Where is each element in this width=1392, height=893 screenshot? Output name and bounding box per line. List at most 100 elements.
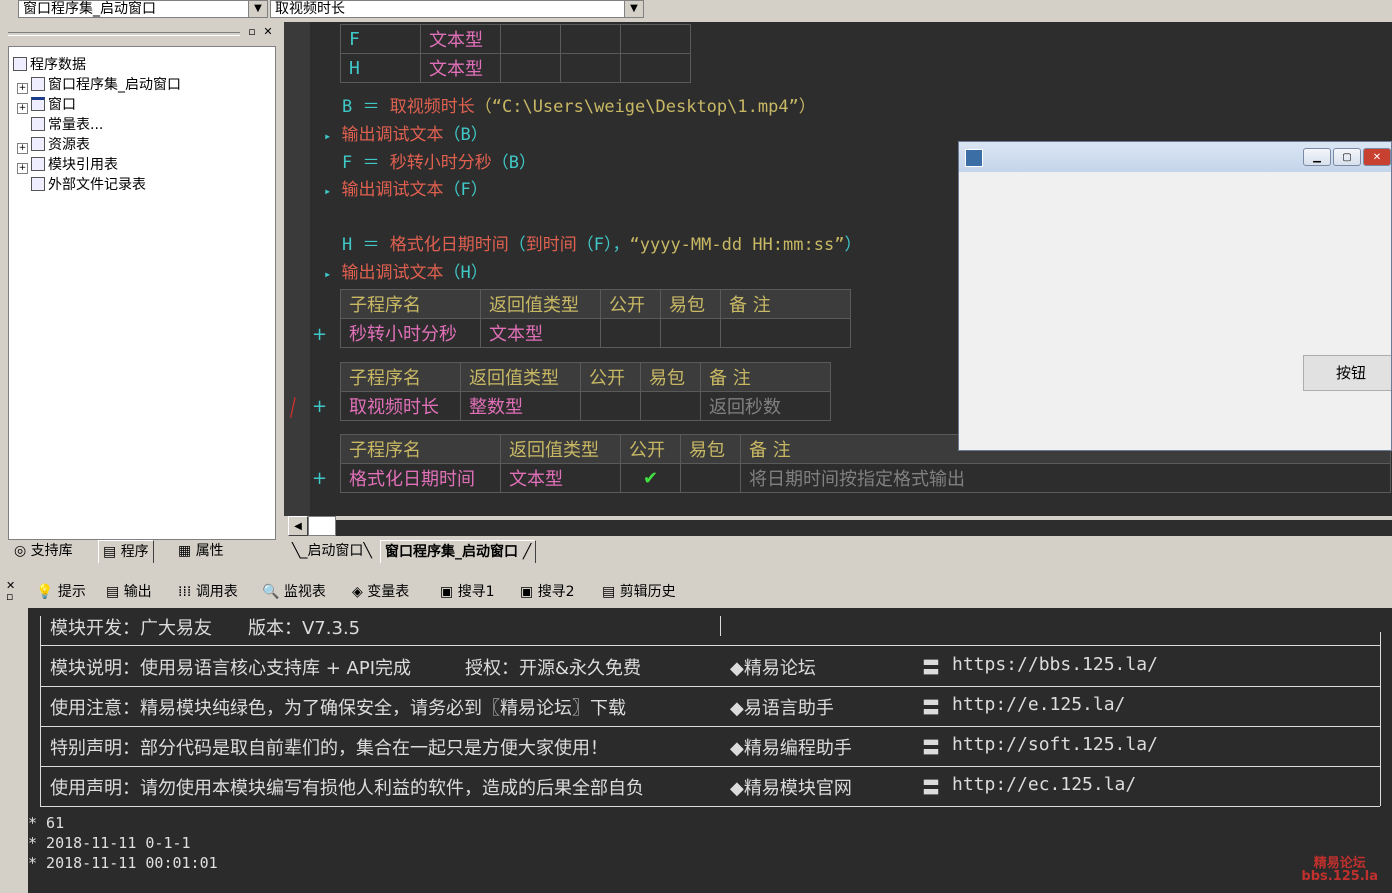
tab-search2[interactable]: ▣ 搜寻2 <box>520 580 575 604</box>
tab-variables[interactable]: ◈ 变量表 <box>352 580 409 604</box>
sub-type[interactable]: 文本型 <box>480 318 601 348</box>
sub-type[interactable]: 整数型 <box>460 391 581 421</box>
column-divider <box>720 616 721 636</box>
tab-program[interactable]: ▤ 程序 <box>98 540 154 563</box>
class-selector-dropdown[interactable]: 窗口程序集_启动窗口 ▼ <box>18 0 268 18</box>
sub-package[interactable] <box>680 463 741 493</box>
sub-note[interactable]: 将日期时间按指定格式输出 <box>740 463 1391 493</box>
tree-item-assembly[interactable]: 窗口程序集_启动窗口 <box>31 75 181 95</box>
panel-grip[interactable] <box>8 32 240 36</box>
window-titlebar[interactable]: ▁ ▢ ✕ <box>959 142 1391 172</box>
code-line-debug-b[interactable]: ▸ 输出调试文本（B） <box>324 120 488 145</box>
sub-name[interactable]: 秒转小时分秒 <box>340 318 481 348</box>
tab-clip-history[interactable]: ▤ 剪辑历史 <box>602 580 676 604</box>
output-console[interactable]: 模块开发：广大易友 版本：V7.3.5 模块说明：使用易语言核心支持库 + AP… <box>28 608 1392 893</box>
empty-cell[interactable] <box>560 24 621 54</box>
expand-icon[interactable]: + <box>17 143 28 154</box>
chevron-down-icon[interactable]: ▼ <box>624 1 643 17</box>
empty-cell[interactable] <box>500 24 561 54</box>
module-icon <box>31 157 45 171</box>
expand-icon[interactable]: + <box>17 103 28 114</box>
variables-icon: ◈ <box>352 584 363 600</box>
code-line-assign-b[interactable]: B ＝ 取视频时长（“C:\Users\weige\Desktop\1.mp4”… <box>342 92 816 117</box>
maximize-icon[interactable]: ▢ <box>1333 148 1361 166</box>
project-panel: ▫ ✕ 程序数据 + 窗口程序集_启动窗口 + 窗口 常量表... + 资源表 … <box>4 24 278 540</box>
arrow-icon: ▸ <box>324 267 332 281</box>
form-preview-window[interactable]: ▁ ▢ ✕ 按钮 <box>958 141 1392 451</box>
local-variable-table: F 文本型 H 文本型 <box>340 24 691 83</box>
assembly-icon <box>31 77 45 91</box>
var-type[interactable]: 文本型 <box>420 53 501 83</box>
form-button[interactable]: 按钮 <box>1303 355 1391 391</box>
project-tree[interactable]: 程序数据 + 窗口程序集_启动窗口 + 窗口 常量表... + 资源表 + 模块… <box>8 46 276 540</box>
expand-icon[interactable]: + <box>17 83 28 94</box>
tab-support-library[interactable]: ◎ 支持库 <box>10 540 77 562</box>
method-selector-dropdown[interactable]: 取视频时长 ▼ <box>270 0 644 18</box>
code-line-assign-h[interactable]: H ＝ 格式化日期时间（到时间（F），“yyyy-MM-dd HH:mm:ss”… <box>342 230 861 255</box>
code-line-assign-f[interactable]: F ＝ 秒转小时分秒（B） <box>342 148 536 173</box>
expand-icon[interactable]: + <box>17 163 28 174</box>
sub-note[interactable]: 返回秒数 <box>700 391 831 421</box>
panel-close-icon[interactable]: ✕ ▫ <box>6 580 15 602</box>
sub-package[interactable] <box>660 318 721 348</box>
tab-properties[interactable]: ▦ 属性 <box>174 540 228 562</box>
code-line-debug-f[interactable]: ▸ 输出调试文本（F） <box>324 175 488 200</box>
constant-icon <box>31 117 45 131</box>
var-name[interactable]: F <box>340 24 421 54</box>
tab-watch[interactable]: 🔍 监视表 <box>262 580 326 604</box>
editor-hscrollbar[interactable]: ◀ <box>284 516 1392 538</box>
table-row: 格式化日期时间 文本型 ✔ 将日期时间按指定格式输出 <box>340 463 1391 493</box>
tab-search1[interactable]: ▣ 搜寻1 <box>440 580 495 604</box>
document-tabs: ╲_启动窗口╲ 窗口程序集_启动窗口 ╱ <box>284 540 1392 564</box>
expand-sub-icon[interactable]: + <box>312 396 327 417</box>
tree-item-constants[interactable]: 常量表... <box>31 115 103 135</box>
close-icon[interactable]: ✕ <box>1363 148 1391 166</box>
sub-type[interactable]: 文本型 <box>500 463 621 493</box>
sub-public[interactable] <box>600 318 661 348</box>
scroll-left-icon[interactable]: ◀ <box>288 516 308 536</box>
sub-public[interactable] <box>580 391 641 421</box>
empty-cell[interactable] <box>560 53 621 83</box>
scroll-thumb[interactable] <box>308 516 336 536</box>
code-line-debug-h[interactable]: ▸ 输出调试文本（H） <box>324 258 488 283</box>
class-selector-value: 窗口程序集_启动窗口 <box>23 1 156 17</box>
row-separator <box>40 645 1380 646</box>
tab-start-window[interactable]: ╲_启动窗口╲ <box>288 540 376 562</box>
editor-gutter <box>284 22 310 516</box>
tab-output[interactable]: ▤ 输出 <box>106 580 152 604</box>
scroll-track[interactable] <box>336 520 1392 536</box>
sub-name[interactable]: 取视频时长 <box>340 391 461 421</box>
tree-item-resources[interactable]: 资源表 <box>31 135 90 155</box>
chevron-down-icon[interactable]: ▼ <box>248 1 267 17</box>
sub-name[interactable]: 格式化日期时间 <box>340 463 501 493</box>
expand-sub-icon[interactable]: + <box>312 468 327 489</box>
sub-public-check[interactable]: ✔ <box>620 463 681 493</box>
file-icon <box>31 177 45 191</box>
close-icon[interactable]: ✕ <box>262 26 274 38</box>
empty-cell[interactable] <box>500 53 561 83</box>
minimize-icon[interactable]: ▁ <box>1303 148 1331 166</box>
output-result-2: * 2018-11-11 0-1-1 <box>28 834 191 852</box>
empty-cell[interactable] <box>620 24 691 54</box>
tree-root[interactable]: 程序数据 <box>13 55 86 75</box>
tree-item-external-files[interactable]: 外部文件记录表 <box>31 175 146 195</box>
sub-note[interactable] <box>720 318 851 348</box>
table-header-row: 子程序名 返回值类型 公开 易包 备 注 <box>340 362 831 392</box>
restore-icon[interactable]: ▫ <box>246 26 258 38</box>
tree-item-window[interactable]: 窗口 <box>31 95 76 115</box>
output-row: 使用声明：请勿使用本模块编写有损他人利益的软件，造成的后果全部自负 ◆精易模块官… <box>50 774 1137 799</box>
sub-package[interactable] <box>640 391 701 421</box>
tree-item-modules[interactable]: 模块引用表 <box>31 155 118 175</box>
empty-cell[interactable] <box>620 53 691 83</box>
subroutine-table: 子程序名 返回值类型 公开 易包 备 注 秒转小时分秒 文本型 <box>340 289 851 348</box>
expand-sub-icon[interactable]: + <box>312 324 327 345</box>
arrow-icon: ▸ <box>324 129 332 143</box>
tab-window-assembly[interactable]: 窗口程序集_启动窗口 ╱ <box>380 540 537 563</box>
tab-hints[interactable]: 💡 提示 <box>36 580 86 604</box>
resource-icon <box>31 137 45 151</box>
arrow-icon: ▸ <box>324 184 332 198</box>
var-name[interactable]: H <box>340 53 421 83</box>
magnifier-icon: 🔍 <box>262 584 280 600</box>
tab-call-stack[interactable]: ⁞⁞⁞ 调用表 <box>178 580 238 604</box>
var-type[interactable]: 文本型 <box>420 24 501 54</box>
